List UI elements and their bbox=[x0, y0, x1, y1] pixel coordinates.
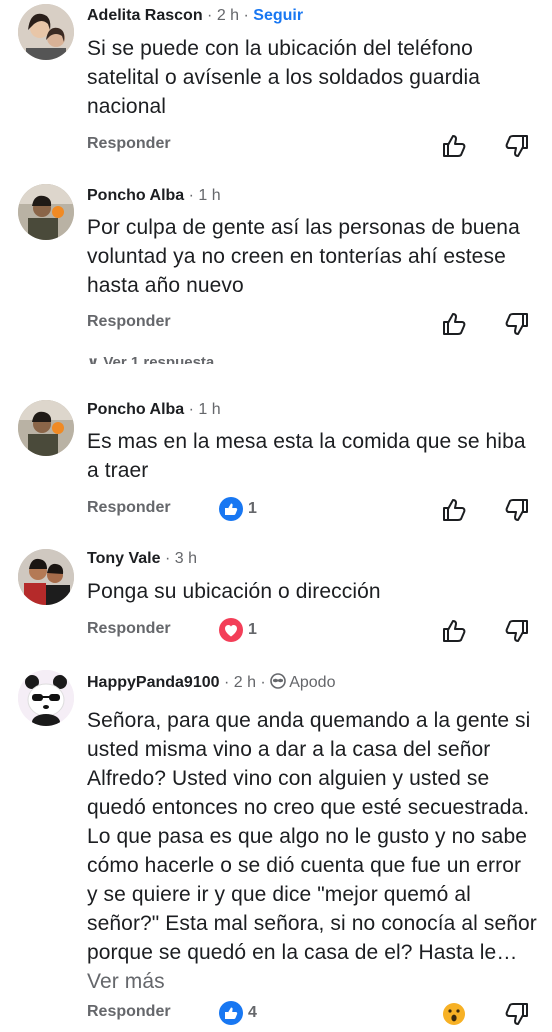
comment-header: Tony Vale · 3 h bbox=[87, 549, 197, 569]
avatar[interactable] bbox=[18, 549, 74, 605]
timestamp: · 2 h · bbox=[219, 674, 271, 691]
reaction-count: 4 bbox=[248, 1004, 257, 1021]
mask-icon bbox=[270, 673, 287, 689]
reply-button[interactable]: Responder bbox=[87, 1003, 171, 1021]
view-replies-link[interactable]: ∨ Ver 1 respuesta bbox=[87, 353, 214, 364]
thumbs-up-icon[interactable] bbox=[441, 311, 467, 337]
comment-text: Ponga su ubicación o dirección bbox=[87, 580, 381, 603]
comment-actions: Responder 4 bbox=[87, 1001, 537, 1027]
author-name[interactable]: Poncho Alba bbox=[87, 187, 184, 204]
reaction-summary[interactable]: 4 bbox=[219, 1001, 257, 1025]
comment-text-body: Señora, para que anda quemando a la gent… bbox=[87, 709, 537, 964]
timestamp: · 3 h bbox=[160, 550, 197, 567]
comment-text: Si se puede con la ubicación del teléfon… bbox=[87, 37, 481, 118]
author-name[interactable]: Adelita Rascon bbox=[87, 7, 203, 24]
reply-button[interactable]: Responder bbox=[87, 135, 171, 153]
comment-header: Poncho Alba · 1 h bbox=[87, 400, 221, 420]
reaction-summary[interactable]: 1 bbox=[219, 497, 257, 521]
alias-label: Apodo bbox=[289, 674, 336, 691]
thumbs-down-icon[interactable] bbox=[504, 311, 530, 337]
follow-button[interactable]: Seguir bbox=[253, 7, 303, 24]
timestamp: · 1 h bbox=[184, 401, 221, 418]
thumbs-down-icon[interactable] bbox=[504, 618, 530, 644]
author-name[interactable]: HappyPanda9100 bbox=[87, 674, 220, 691]
comment-actions: Responder 1 bbox=[87, 618, 537, 644]
reply-button[interactable]: Responder bbox=[87, 499, 171, 517]
comment-actions: Responder bbox=[87, 311, 537, 337]
thumbs-up-icon[interactable] bbox=[441, 497, 467, 523]
thumbs-down-icon[interactable] bbox=[504, 497, 530, 523]
comment-text: Por culpa de gente así las personas de b… bbox=[87, 216, 520, 297]
timestamp: · 2 h · bbox=[202, 7, 254, 24]
wow-reaction-icon[interactable] bbox=[441, 1001, 467, 1027]
avatar[interactable] bbox=[18, 400, 74, 456]
comment-header: Adelita Rascon · 2 h · Seguir bbox=[87, 6, 303, 26]
avatar[interactable] bbox=[18, 670, 74, 726]
love-reaction-icon bbox=[219, 618, 243, 642]
like-reaction-icon bbox=[219, 1001, 243, 1025]
thumbs-up-icon[interactable] bbox=[441, 618, 467, 644]
comment-actions: Responder bbox=[87, 133, 537, 159]
author-name[interactable]: Tony Vale bbox=[87, 550, 161, 567]
timestamp: · 1 h bbox=[184, 187, 221, 204]
thumbs-down-icon[interactable] bbox=[504, 133, 530, 159]
reaction-count: 1 bbox=[248, 500, 257, 517]
thumbs-up-icon[interactable] bbox=[441, 133, 467, 159]
avatar[interactable] bbox=[18, 4, 74, 60]
comment-header: HappyPanda9100 · 2 h · Apodo bbox=[87, 673, 335, 693]
reaction-summary[interactable]: 1 bbox=[219, 618, 257, 642]
reply-button[interactable]: Responder bbox=[87, 620, 171, 638]
comment-text: Es mas en la mesa esta la comida que se … bbox=[87, 430, 526, 482]
thumbs-down-icon[interactable] bbox=[504, 1001, 530, 1027]
comment-header: Poncho Alba · 1 h bbox=[87, 186, 221, 206]
reply-button[interactable]: Responder bbox=[87, 313, 171, 331]
comment-text: Señora, para que anda quemando a la gent… bbox=[87, 706, 537, 996]
avatar[interactable] bbox=[18, 184, 74, 240]
see-more-link[interactable]: Ver más bbox=[87, 970, 165, 993]
comment-actions: Responder 1 bbox=[87, 497, 537, 523]
reaction-count: 1 bbox=[248, 621, 257, 638]
author-name[interactable]: Poncho Alba bbox=[87, 401, 184, 418]
like-reaction-icon bbox=[219, 497, 243, 521]
